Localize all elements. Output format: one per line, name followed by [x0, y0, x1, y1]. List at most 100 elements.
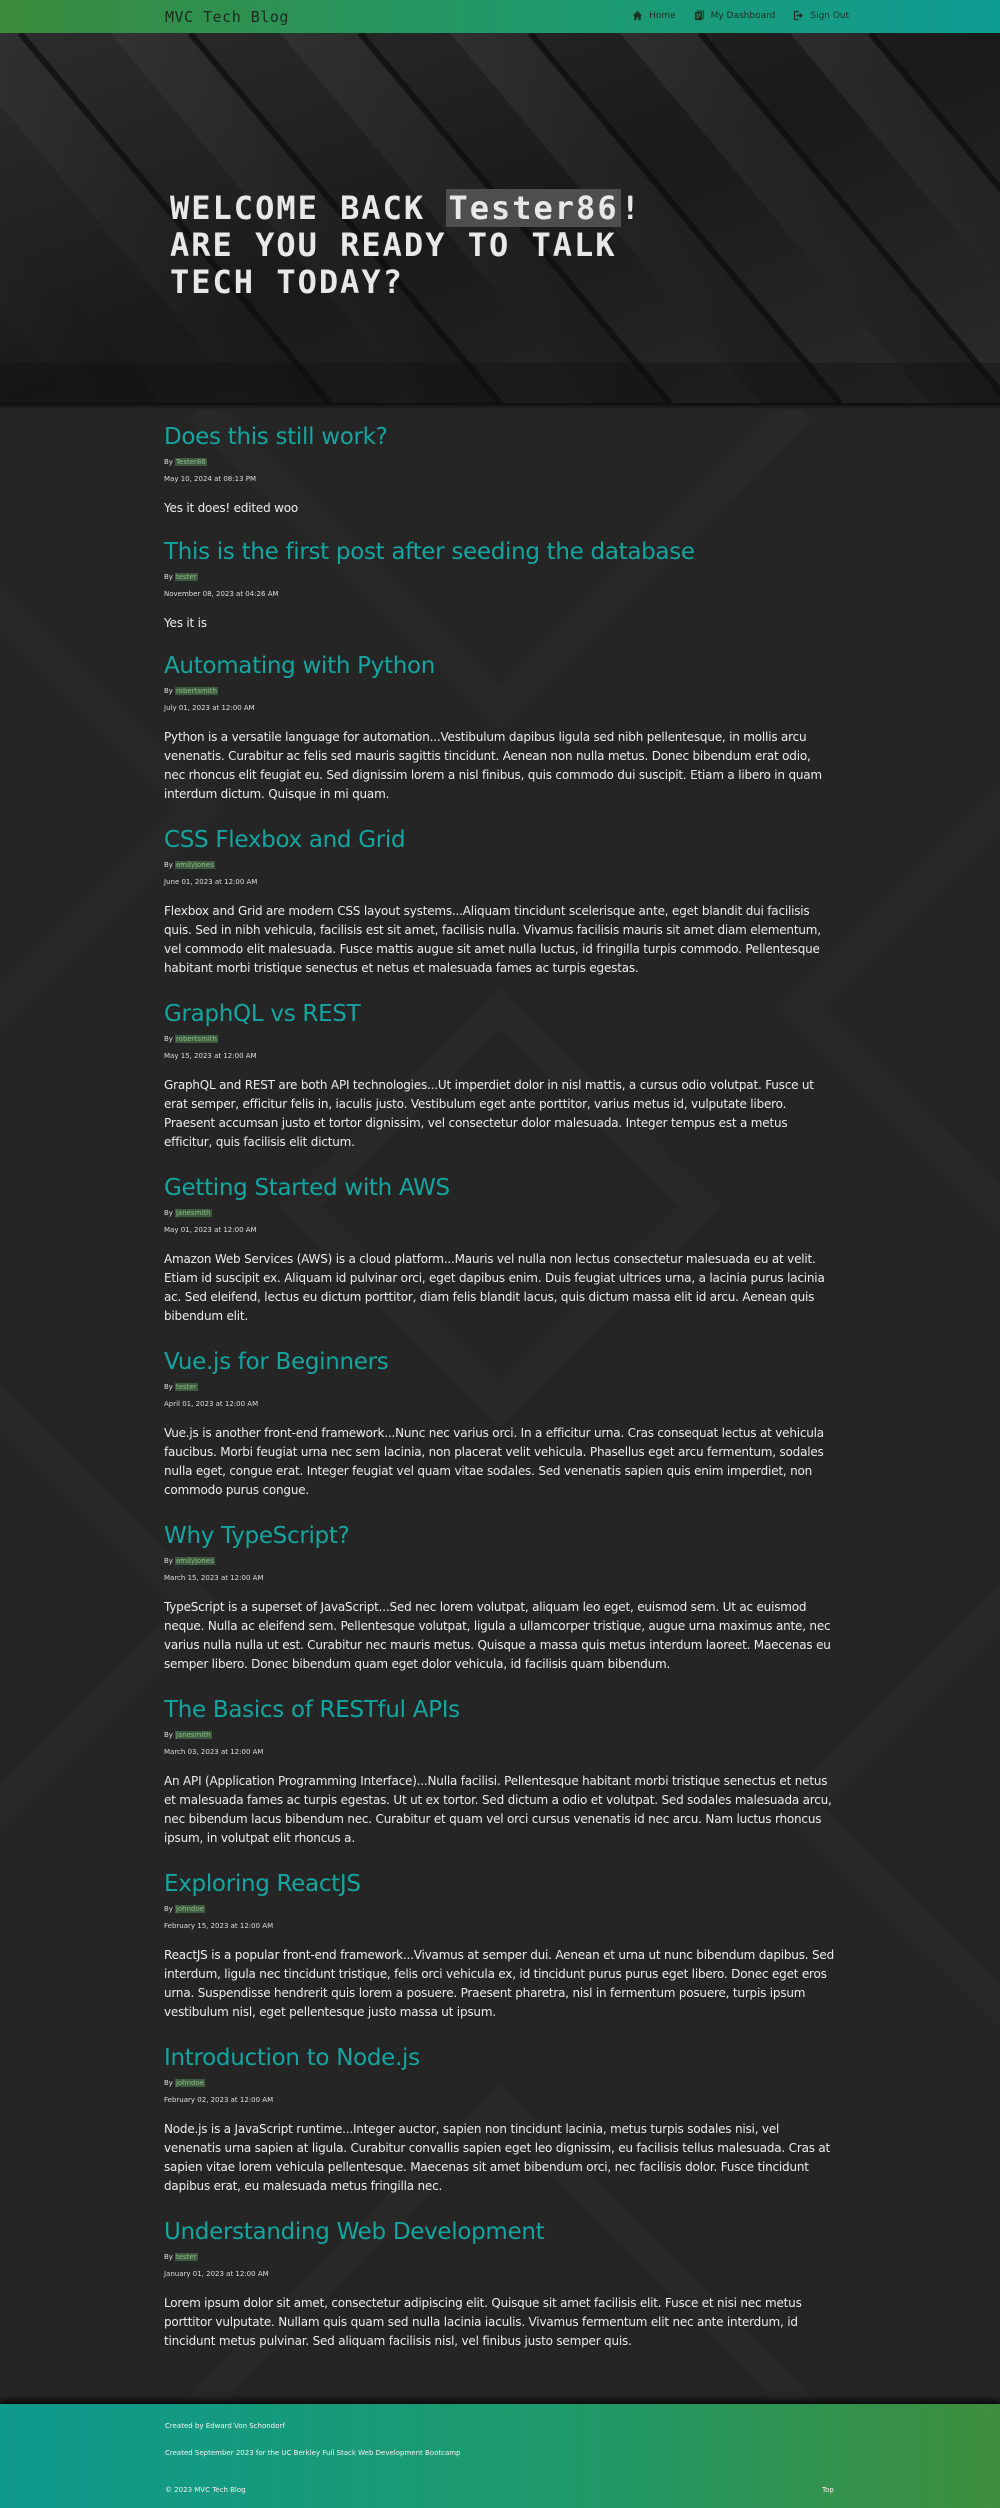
hero-welcome-heading: Welcome back Tester86! Are you ready to … — [170, 189, 642, 301]
post-title[interactable]: Understanding Web Development — [164, 2218, 834, 2246]
dashboard-icon — [694, 10, 704, 21]
nav-home-label: Home — [649, 10, 676, 21]
post-content: GraphQL and REST are both API technologi… — [164, 1078, 814, 1149]
post-date: February 15, 2023 at 12:00 AM — [164, 1922, 274, 1930]
post-title[interactable]: Exploring ReactJS — [164, 1870, 834, 1898]
post-content: Node.js is a JavaScript runtime...Intege… — [164, 2122, 831, 2193]
post-content: Yes it does! edited woo — [164, 501, 299, 515]
post-content: Yes it is — [164, 616, 207, 630]
post-byline: By janesmith — [164, 1209, 834, 1217]
navbar: MVC Tech Blog Home My Dashboard Sign Out — [0, 0, 1000, 33]
post-card: GraphQL vs REST By robertsmith May 15, 202… — [164, 1000, 834, 1152]
brand-title[interactable]: MVC Tech Blog — [165, 8, 289, 26]
byline-prefix: By — [164, 1557, 173, 1565]
byline-prefix: By — [164, 1383, 173, 1391]
post-date: April 01, 2023 at 12:00 AM — [164, 1400, 259, 1408]
post-title[interactable]: Vue.js for Beginners — [164, 1348, 834, 1376]
post-card: This is the first post after seeding the… — [164, 538, 834, 633]
nav-signout-link[interactable]: Sign Out — [793, 10, 849, 21]
post-date: June 01, 2023 at 12:00 AM — [164, 878, 258, 886]
post-date: February 02, 2023 at 12:00 AM — [164, 2096, 274, 2104]
post-author[interactable]: robertsmith — [174, 687, 218, 695]
nav-dashboard-link[interactable]: My Dashboard — [694, 10, 776, 21]
post-title[interactable]: Introduction to Node.js — [164, 2044, 834, 2072]
byline-prefix: By — [164, 1209, 173, 1217]
post-content: An API (Application Programming Interfac… — [164, 1774, 832, 1845]
post-content: ReactJS is a popular front-end framework… — [164, 1948, 835, 2019]
post-list: Does this still work? By Tester86 May 10, … — [0, 409, 840, 2374]
nav-home-link[interactable]: Home — [632, 10, 676, 21]
post-card: Understanding Web Development By tester Ja… — [164, 2218, 834, 2351]
post-author[interactable]: robertsmith — [174, 1035, 218, 1043]
post-author[interactable]: janesmith — [174, 1209, 212, 1217]
footer-created-for: Created September 2023 for the UC Berkle… — [165, 2449, 461, 2457]
post-author[interactable]: johndoe — [174, 2079, 206, 2087]
hero-username: Tester86 — [446, 189, 621, 227]
post-date: July 01, 2023 at 12:00 AM — [164, 704, 255, 712]
nav-signout-label: Sign Out — [810, 10, 850, 21]
post-title[interactable]: Why TypeScript? — [164, 1522, 834, 1550]
post-title[interactable]: Does this still work? — [164, 423, 834, 451]
post-content: Amazon Web Services (AWS) is a cloud pla… — [164, 1252, 825, 1323]
post-card: CSS Flexbox and Grid By emilyjones June 01… — [164, 826, 834, 978]
hero-line3: tech today? — [170, 263, 404, 301]
post-content: Lorem ipsum dolor sit amet, consectetur … — [164, 2296, 802, 2348]
post-date: March 03, 2023 at 12:00 AM — [164, 1748, 264, 1756]
post-card: Vue.js for Beginners By tester April 01, 2… — [164, 1348, 834, 1500]
post-author[interactable]: emilyjones — [174, 861, 215, 869]
post-card: Getting Started with AWS By janesmith May … — [164, 1174, 834, 1326]
post-byline: By johndoe — [164, 1905, 834, 1913]
post-date: November 08, 2023 at 04:26 AM — [164, 590, 279, 598]
post-card: Why TypeScript? By emilyjones March 15, 20… — [164, 1522, 834, 1674]
byline-prefix: By — [164, 2079, 173, 2087]
post-author[interactable]: emilyjones — [174, 1557, 215, 1565]
byline-prefix: By — [164, 1035, 173, 1043]
post-byline: By robertsmith — [164, 1035, 834, 1043]
post-byline: By emilyjones — [164, 1557, 834, 1565]
post-title[interactable]: The Basics of RESTful APIs — [164, 1696, 834, 1724]
post-card: The Basics of RESTful APIs By janesmith Ma… — [164, 1696, 834, 1848]
post-card: Introduction to Node.js By johndoe Februar… — [164, 2044, 834, 2196]
footer-copyright: © 2023 MVC Tech Blog — [165, 2486, 246, 2494]
byline-prefix: By — [164, 458, 173, 466]
post-author[interactable]: Tester86 — [174, 458, 207, 466]
hero-line1-prefix: Welcome back — [170, 189, 447, 227]
post-content: Flexbox and Grid are modern CSS layout s… — [164, 904, 821, 975]
post-date: March 15, 2023 at 12:00 AM — [164, 1574, 264, 1582]
post-byline: By tester — [164, 2253, 834, 2261]
posts-section: Does this still work? By Tester86 May 10, … — [0, 409, 1000, 2404]
sign-out-icon — [794, 10, 804, 21]
post-date: May 15, 2023 at 12:00 AM — [164, 1052, 257, 1060]
footer-credit: Created by Edward Von Schondorf — [165, 2422, 285, 2430]
post-title[interactable]: GraphQL vs REST — [164, 1000, 834, 1028]
byline-prefix: By — [164, 2253, 173, 2261]
post-byline: By emilyjones — [164, 861, 834, 869]
post-title[interactable]: Getting Started with AWS — [164, 1174, 834, 1202]
post-title[interactable]: This is the first post after seeding the… — [164, 538, 834, 566]
post-author[interactable]: tester — [174, 2253, 198, 2261]
post-byline: By robertsmith — [164, 687, 834, 695]
post-author[interactable]: tester — [174, 573, 198, 581]
post-byline: By tester — [164, 573, 834, 581]
post-byline: By johndoe — [164, 2079, 834, 2087]
post-title[interactable]: CSS Flexbox and Grid — [164, 826, 834, 854]
post-author[interactable]: tester — [174, 1383, 198, 1391]
footer: Created by Edward Von Schondorf Created … — [0, 2404, 1000, 2508]
byline-prefix: By — [164, 573, 173, 581]
post-content: TypeScript is a superset of JavaScript..… — [164, 1600, 831, 1671]
post-title[interactable]: Automating with Python — [164, 652, 834, 680]
post-card: Does this still work? By Tester86 May 10, … — [164, 423, 834, 518]
byline-prefix: By — [164, 1731, 173, 1739]
post-date: May 01, 2023 at 12:00 AM — [164, 1226, 257, 1234]
byline-prefix: By — [164, 861, 173, 869]
post-byline: By tester — [164, 1383, 834, 1391]
nav-dashboard-label: My Dashboard — [710, 10, 776, 21]
post-author[interactable]: johndoe — [174, 1905, 206, 1913]
back-to-top-link[interactable]: Top — [822, 2486, 834, 2494]
post-date: May 10, 2024 at 08:13 PM — [164, 475, 257, 483]
hero-line1-suffix: ! — [620, 189, 642, 227]
hero-line2: Are you ready to talk — [170, 226, 617, 264]
nav-links: Home My Dashboard Sign Out — [632, 10, 849, 21]
post-byline: By Tester86 — [164, 458, 834, 466]
post-author[interactable]: janesmith — [174, 1731, 212, 1739]
